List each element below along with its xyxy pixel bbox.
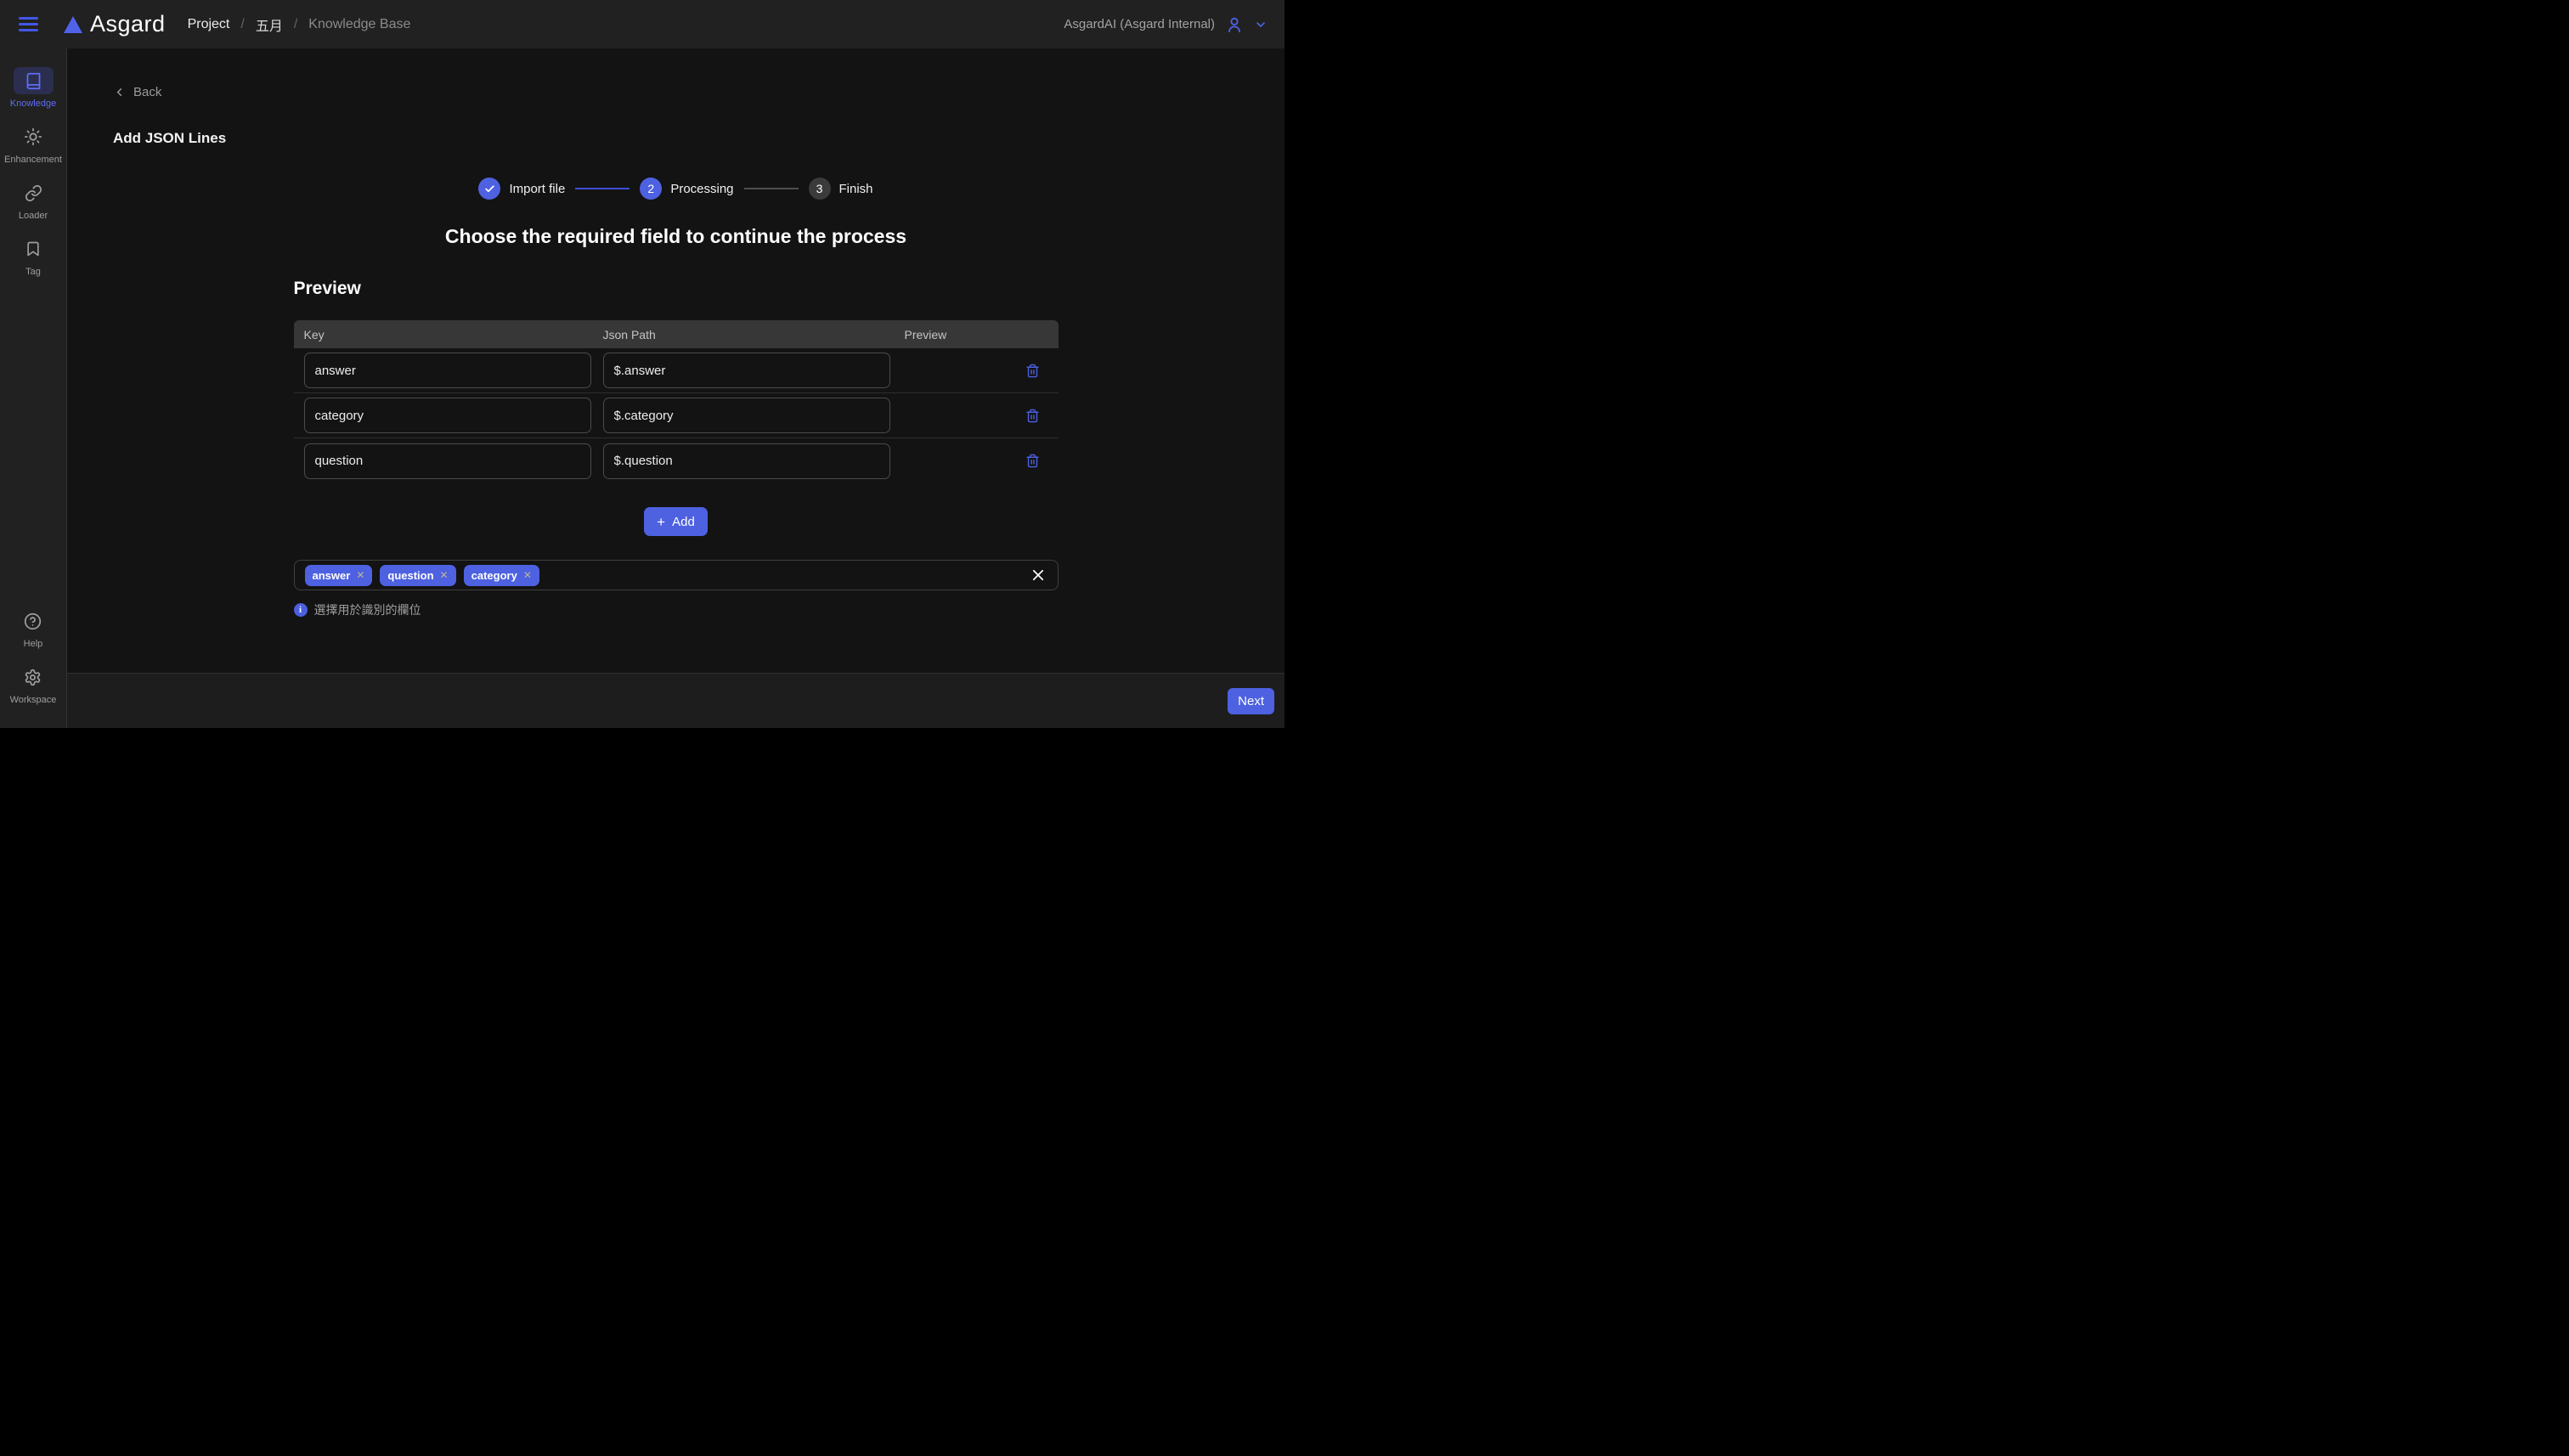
- json-path-input[interactable]: [603, 353, 890, 388]
- chip-remove-icon[interactable]: ✕: [523, 570, 532, 580]
- section-heading: Choose the required field to continue th…: [67, 225, 1284, 248]
- chip-remove-icon[interactable]: ✕: [440, 570, 449, 580]
- sidebar-item-help[interactable]: Help: [13, 607, 53, 649]
- step-1-label: Import file: [509, 182, 565, 196]
- step-processing: 2 Processing: [640, 178, 733, 200]
- chip-answer: answer ✕: [305, 565, 373, 586]
- table-row: [294, 438, 1059, 483]
- column-header-preview: Preview: [905, 328, 1059, 341]
- menu-icon[interactable]: [19, 17, 38, 31]
- delete-row-button[interactable]: [1024, 362, 1042, 380]
- sidebar-item-workspace[interactable]: Workspace: [10, 663, 57, 705]
- json-path-input[interactable]: [603, 398, 890, 433]
- step-2-label: Processing: [670, 182, 733, 196]
- logo-text: Asgard: [90, 11, 166, 37]
- chip-category: category ✕: [464, 565, 539, 586]
- key-input[interactable]: [304, 398, 591, 433]
- column-header-json-path: Json Path: [603, 328, 905, 341]
- link-icon: [14, 179, 54, 206]
- close-icon: [1030, 567, 1046, 583]
- app-window: Asgard Project / 五月 / Knowledge Base Asg…: [0, 0, 1284, 728]
- footer-bar: Next: [67, 673, 1284, 728]
- chevron-left-icon: [113, 86, 126, 99]
- bookmark-icon: [14, 235, 54, 262]
- mapping-table: Key Json Path Preview: [294, 320, 1059, 483]
- back-button[interactable]: Back: [113, 85, 161, 99]
- step-finish: 3 Finish: [809, 178, 873, 200]
- step-3-indicator: 3: [809, 178, 831, 200]
- chip-question: question ✕: [380, 565, 455, 586]
- chevron-down-icon[interactable]: [1254, 18, 1268, 31]
- sidebar-label: Enhancement: [4, 155, 62, 165]
- gear-icon: [13, 663, 53, 691]
- clear-all-button[interactable]: [1029, 566, 1047, 584]
- book-icon: [14, 67, 54, 94]
- step-connector: [744, 188, 799, 189]
- delete-row-button[interactable]: [1024, 452, 1042, 470]
- hint-row: i 選擇用於識別的欄位: [294, 601, 1059, 618]
- breadcrumb: Project / 五月 / Knowledge Base: [188, 14, 411, 35]
- key-input[interactable]: [304, 353, 591, 388]
- add-button[interactable]: + Add: [644, 507, 708, 536]
- sidebar-item-enhancement[interactable]: Enhancement: [4, 123, 62, 165]
- hint-text: 選擇用於識別的欄位: [314, 601, 421, 618]
- breadcrumb-separator: /: [294, 17, 297, 32]
- add-button-label: Add: [672, 515, 695, 529]
- sidebar-item-knowledge[interactable]: Knowledge: [10, 67, 56, 109]
- plus-icon: +: [657, 515, 665, 529]
- help-circle-icon: [13, 607, 53, 635]
- stepper: Import file 2 Processing 3 Finish: [67, 178, 1284, 200]
- sidebar-label: Loader: [19, 211, 48, 221]
- page-title: Add JSON Lines: [113, 130, 1284, 147]
- sidebar-item-loader[interactable]: Loader: [14, 179, 54, 221]
- sidebar-label: Tag: [25, 267, 41, 277]
- delete-row-button[interactable]: [1024, 407, 1042, 425]
- json-path-input[interactable]: [603, 443, 890, 479]
- top-navbar: Asgard Project / 五月 / Knowledge Base Asg…: [0, 0, 1284, 48]
- sun-icon: [13, 123, 53, 150]
- chip-label: category: [471, 569, 517, 582]
- field-select-input[interactable]: answer ✕ question ✕ category ✕: [294, 560, 1059, 590]
- back-label: Back: [133, 85, 161, 99]
- preview-title: Preview: [294, 279, 1059, 299]
- table-header: Key Json Path Preview: [294, 320, 1059, 348]
- sidebar-label: Workspace: [10, 695, 57, 705]
- info-icon: i: [294, 603, 308, 617]
- step-connector: [575, 188, 630, 189]
- chip-remove-icon[interactable]: ✕: [356, 570, 364, 580]
- breadcrumb-knowledge-base[interactable]: Knowledge Base: [308, 17, 410, 32]
- sidebar: Knowledge Enhancement Loader: [0, 48, 67, 728]
- trash-icon: [1025, 364, 1040, 378]
- logo-triangle-icon: [64, 16, 82, 33]
- column-header-key: Key: [304, 328, 603, 341]
- key-input[interactable]: [304, 443, 591, 479]
- sidebar-label: Knowledge: [10, 99, 56, 109]
- sidebar-label: Help: [24, 639, 43, 649]
- trash-icon: [1025, 454, 1040, 468]
- chip-label: answer: [313, 569, 351, 582]
- step-1-check-icon: [478, 178, 500, 200]
- next-button[interactable]: Next: [1228, 688, 1274, 714]
- breadcrumb-separator: /: [240, 17, 244, 32]
- main-content: Back Add JSON Lines Import file 2 Proces…: [67, 48, 1284, 728]
- table-row: [294, 348, 1059, 393]
- trash-icon: [1025, 409, 1040, 423]
- step-3-label: Finish: [839, 182, 873, 196]
- step-2-indicator: 2: [640, 178, 662, 200]
- app-logo[interactable]: Asgard: [64, 11, 166, 37]
- step-import-file: Import file: [478, 178, 565, 200]
- breadcrumb-project[interactable]: Project: [188, 17, 230, 32]
- breadcrumb-month[interactable]: 五月: [256, 14, 283, 35]
- account-name: AsgardAI (Asgard Internal): [1064, 17, 1215, 31]
- sidebar-item-tag[interactable]: Tag: [14, 235, 54, 277]
- user-icon[interactable]: [1225, 15, 1244, 34]
- chip-label: question: [387, 569, 433, 582]
- table-row: [294, 393, 1059, 438]
